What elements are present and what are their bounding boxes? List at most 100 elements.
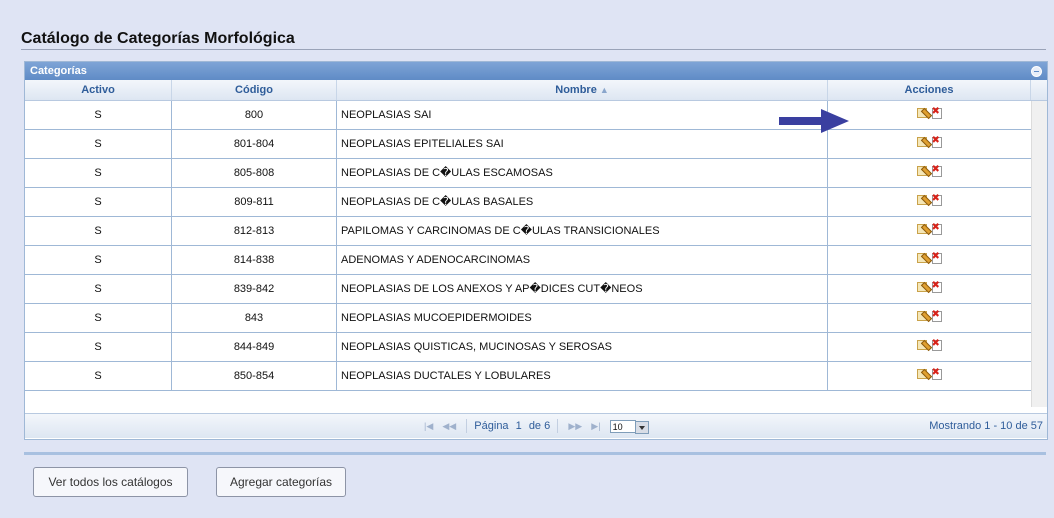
column-header-activo-label: Activo [81,84,115,96]
edit-icon[interactable] [916,136,929,148]
of-label: de [528,420,542,432]
cell-acciones [828,159,1031,188]
table-row[interactable]: S 839-842 NEOPLASIAS DE LOS ANEXOS Y AP�… [25,275,1031,304]
cell-acciones [828,304,1031,333]
cell-acciones [828,217,1031,246]
column-header-acciones-label: Acciones [904,84,954,96]
table-row[interactable]: S 805-808 NEOPLASIAS DE C�ULAS ESCAMOSAS [25,159,1031,188]
add-category-button[interactable]: Agregar categorías [216,467,346,497]
grid-body: S 800 NEOPLASIAS SAI S 801-804 NEOPLASIA… [25,101,1031,391]
table-row[interactable]: S 812-813 PAPILOMAS Y CARCINOMAS DE C�UL… [25,217,1031,246]
edit-icon[interactable] [916,165,929,177]
table-row[interactable]: S 801-804 NEOPLASIAS EPITELIALES SAI [25,130,1031,159]
delete-icon[interactable] [931,309,943,322]
view-all-catalogs-button[interactable]: Ver todos los catálogos [33,467,188,497]
prev-page-icon[interactable]: ◀◀ [442,421,456,431]
pager: |◀ ◀◀ Página 1 de 6 ▶▶ ▶| 10 Mostrando 1… [25,413,1047,438]
cell-activo: S [25,101,172,130]
last-page-icon[interactable]: ▶| [591,421,600,431]
delete-icon[interactable] [931,251,943,264]
column-header-codigo[interactable]: Código [172,80,337,100]
cell-codigo: 801-804 [172,130,337,159]
cell-nombre: NEOPLASIAS QUISTICAS, MUCINOSAS Y SEROSA… [337,333,828,362]
pager-controls: |◀ ◀◀ Página 1 de 6 ▶▶ ▶| 10 [421,418,649,434]
rows-per-page-value: 10 [612,421,623,432]
rows-per-page-select[interactable]: 10 [609,419,649,434]
table-row[interactable]: S 800 NEOPLASIAS SAI [25,101,1031,130]
edit-icon[interactable] [916,339,929,351]
cell-activo: S [25,333,172,362]
cell-nombre: ADENOMAS Y ADENOCARCINOMAS [337,246,828,275]
column-header-codigo-label: Código [235,84,273,96]
cell-activo: S [25,188,172,217]
delete-icon[interactable] [931,164,943,177]
cell-acciones [828,275,1031,304]
cell-nombre: NEOPLASIAS DE C�ULAS ESCAMOSAS [337,159,828,188]
next-page-icon[interactable]: ▶▶ [568,421,582,431]
pager-separator [557,419,559,434]
total-pages: 6 [544,420,551,432]
cell-codigo: 839-842 [172,275,337,304]
cell-acciones [828,246,1031,275]
cell-activo: S [25,304,172,333]
cell-activo: S [25,159,172,188]
delete-icon[interactable] [931,338,943,351]
table-row[interactable]: S 809-811 NEOPLASIAS DE C�ULAS BASALES [25,188,1031,217]
cell-acciones [828,130,1031,159]
cell-codigo: 812-813 [172,217,337,246]
edit-icon[interactable] [916,252,929,264]
cell-activo: S [25,217,172,246]
column-header-nombre[interactable]: Nombre ▲ [337,80,828,100]
cell-nombre: NEOPLASIAS DUCTALES Y LOBULARES [337,362,828,391]
cell-codigo: 844-849 [172,333,337,362]
table-row[interactable]: S 814-838 ADENOMAS Y ADENOCARCINOMAS [25,246,1031,275]
categories-grid: Categorías Activo Código Nombre ▲ Accione… [24,61,1048,440]
cell-nombre: NEOPLASIAS DE LOS ANEXOS Y AP�DICES CUT�… [337,275,828,304]
arrow-right-icon [779,109,849,133]
cell-nombre: NEOPLASIAS DE C�ULAS BASALES [337,188,828,217]
page-label: Página [474,420,509,432]
cell-codigo: 843 [172,304,337,333]
cell-codigo: 814-838 [172,246,337,275]
cell-codigo: 805-808 [172,159,337,188]
column-header-nombre-label: Nombre [555,84,597,96]
records-summary: Mostrando 1 - 10 de 57 [929,420,1043,432]
column-header-activo[interactable]: Activo [25,80,172,100]
delete-icon[interactable] [931,222,943,235]
table-row[interactable]: S 850-854 NEOPLASIAS DUCTALES Y LOBULARE… [25,362,1031,391]
edit-icon[interactable] [916,107,929,119]
cell-activo: S [25,362,172,391]
delete-icon[interactable] [931,135,943,148]
cell-nombre: NEOPLASIAS MUCOEPIDERMOIDES [337,304,828,333]
edit-icon[interactable] [916,368,929,380]
edit-icon[interactable] [916,281,929,293]
cell-acciones [828,362,1031,391]
delete-icon[interactable] [931,193,943,206]
collapse-grid-icon[interactable] [1031,66,1042,77]
cell-activo: S [25,275,172,304]
first-page-icon[interactable]: |◀ [424,421,433,431]
delete-icon[interactable] [931,106,943,119]
cell-nombre: NEOPLASIAS EPITELIALES SAI [337,130,828,159]
cell-activo: S [25,246,172,275]
chevron-down-icon[interactable] [634,420,649,434]
edit-icon[interactable] [916,194,929,206]
delete-icon[interactable] [931,367,943,380]
edit-icon[interactable] [916,223,929,235]
delete-icon[interactable] [931,280,943,293]
grid-header: Activo Código Nombre ▲ Acciones [25,80,1047,101]
title-divider [21,49,1046,50]
cell-acciones [828,188,1031,217]
edit-icon[interactable] [916,310,929,322]
page-title: Catálogo de Categorías Morfológica [21,30,295,47]
table-row[interactable]: S 844-849 NEOPLASIAS QUISTICAS, MUCINOSA… [25,333,1031,362]
cell-nombre: PAPILOMAS Y CARCINOMAS DE C�ULAS TRANSIC… [337,217,828,246]
grid-caption: Categorías [25,62,1047,80]
sort-ascending-icon: ▲ [599,85,609,95]
cell-nombre: NEOPLASIAS SAI [337,101,828,130]
cell-codigo: 800 [172,101,337,130]
current-page[interactable]: 1 [516,420,522,432]
column-header-acciones[interactable]: Acciones [828,80,1031,100]
vertical-scrollbar[interactable] [1031,101,1047,407]
table-row[interactable]: S 843 NEOPLASIAS MUCOEPIDERMOIDES [25,304,1031,333]
